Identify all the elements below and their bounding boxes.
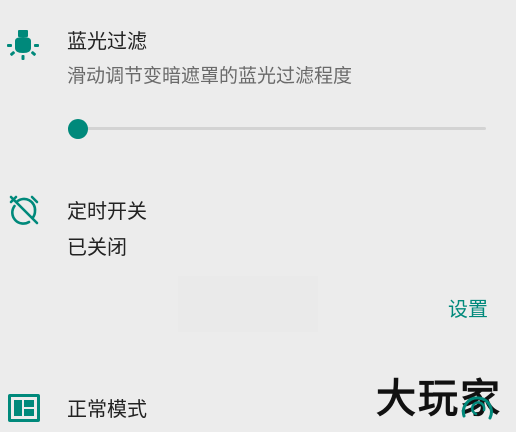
watermark-logo: 大玩家 (376, 374, 512, 426)
blue-filter-title: 蓝光过滤 (67, 29, 147, 53)
filter-level-slider[interactable] (68, 118, 486, 140)
blank-area (178, 276, 318, 332)
mode-grid-icon (8, 394, 40, 422)
settings-button[interactable]: 设置 (448, 294, 488, 324)
slider-thumb[interactable] (68, 119, 89, 139)
schedule-title: 定时开关 (67, 199, 147, 223)
lightbulb-icon (7, 30, 39, 60)
mode-title: 正常模式 (67, 397, 147, 421)
blue-light-filter-panel: 蓝光过滤 滑动调节变暗遮罩的蓝光过滤程度 定时开关 已关闭 设置 正常模式 大玩… (0, 0, 516, 432)
slider-track (68, 127, 486, 130)
swirl-logo-icon (461, 396, 493, 420)
schedule-status: 已关闭 (67, 235, 127, 259)
alarm-off-icon (9, 195, 39, 225)
blue-filter-description: 滑动调节变暗遮罩的蓝光过滤程度 (67, 65, 353, 87)
